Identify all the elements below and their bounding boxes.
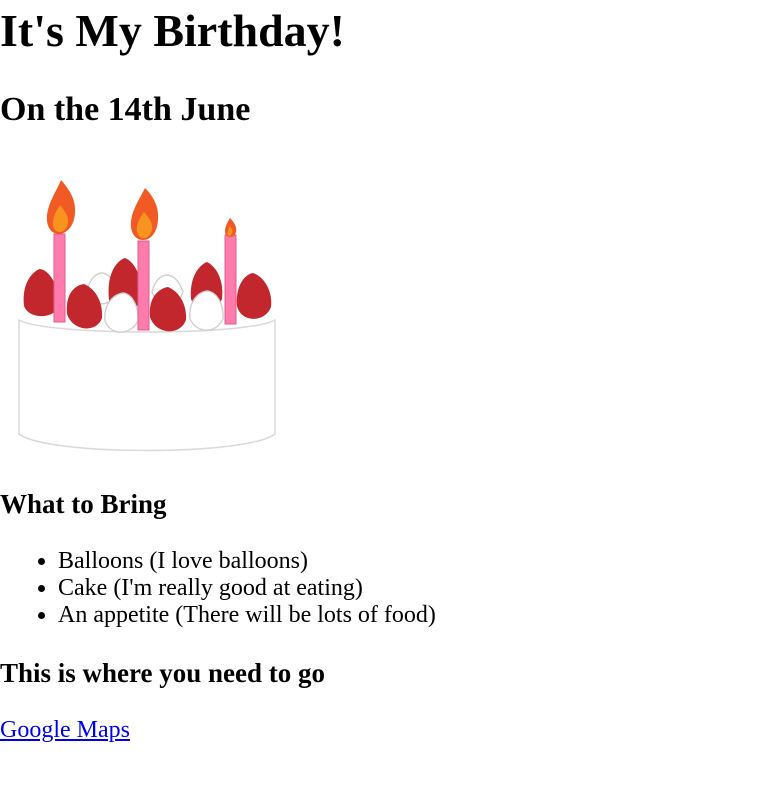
list-item: An appetite (There will be lots of food) — [58, 602, 436, 629]
birthday-date: On the 14th June — [0, 91, 251, 128]
directions-heading: This is where you need to go — [0, 658, 326, 688]
birthday-page: It's My Birthday! On the 14th June What … — [0, 0, 781, 796]
page-title: It's My Birthday! — [0, 5, 345, 56]
list-item: Cake (I'm really good at eating) — [58, 575, 436, 602]
list-item: Balloons (I love balloons) — [58, 548, 436, 575]
bring-list: Balloons (I love balloons) Cake (I'm rea… — [0, 548, 436, 629]
google-maps-link[interactable]: Google Maps — [0, 716, 130, 744]
birthday-cake-icon — [18, 180, 276, 452]
what-to-bring-heading: What to Bring — [0, 489, 167, 519]
